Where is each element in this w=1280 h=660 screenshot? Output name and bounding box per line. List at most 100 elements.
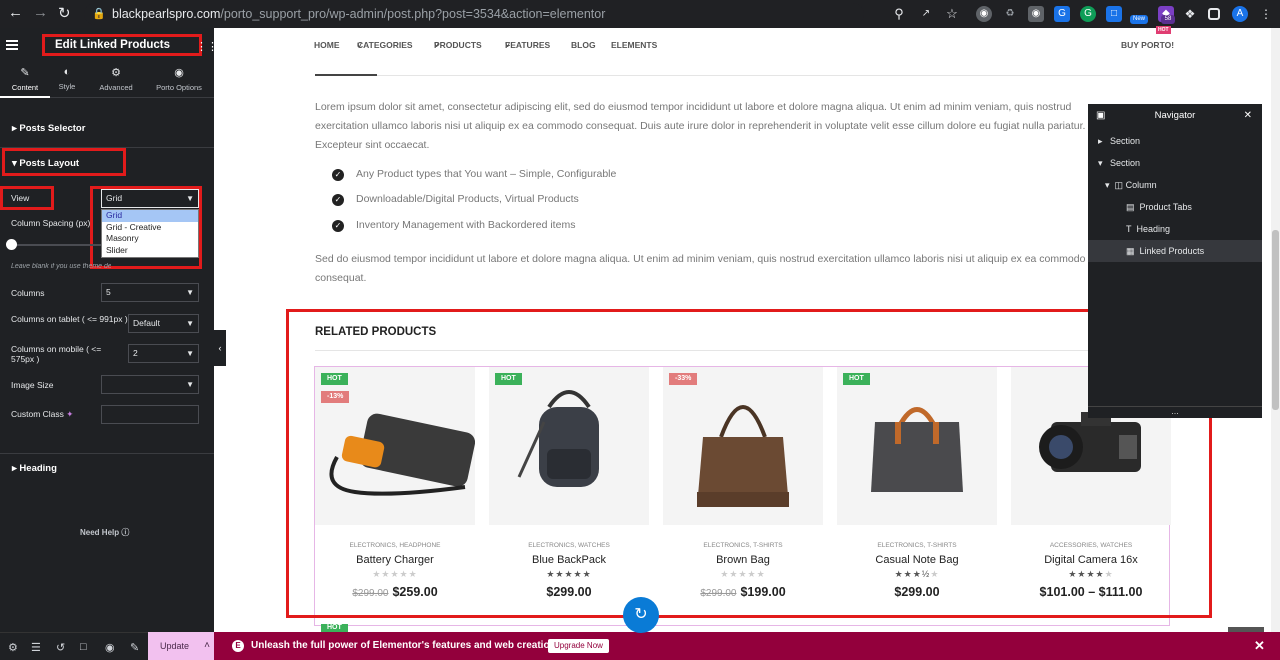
custom-class-input[interactable] xyxy=(101,405,199,424)
upgrade-now-button[interactable]: Upgrade Now xyxy=(548,639,609,653)
tab-style-label: Style xyxy=(58,82,76,91)
column-spacing-label: Column Spacing (px) xyxy=(11,218,91,228)
hamburger-icon[interactable] xyxy=(6,40,18,50)
camera-ext-icon[interactable]: ◉ xyxy=(1028,6,1044,22)
slider-handle[interactable] xyxy=(6,239,17,250)
chevron-down-icon: ˅ xyxy=(505,40,510,50)
chevron-up-icon[interactable]: ˄ xyxy=(204,632,210,660)
notes-icon[interactable]: ✎ xyxy=(130,641,139,654)
close-icon[interactable]: ✕ xyxy=(1254,632,1265,660)
sidepanel-icon[interactable] xyxy=(1208,8,1220,20)
nav-categories-label: CATEGORIES xyxy=(357,40,413,50)
section-posts-layout[interactable]: ▾ Posts Layout xyxy=(0,158,214,169)
view-option-grid-creative[interactable]: Grid - Creative xyxy=(102,222,198,234)
navigator-resize-handle[interactable]: ... xyxy=(1088,406,1262,418)
nav-buy-porto[interactable]: BUY PORTO! xyxy=(1121,40,1174,50)
columns-tablet-select[interactable]: Default ▼ xyxy=(128,314,199,333)
navigator-item-column[interactable]: ▾ ◫ Column xyxy=(1088,174,1262,196)
view-option-slider[interactable]: Slider xyxy=(102,245,198,257)
tab-porto-options[interactable]: ◉ Porto Options xyxy=(150,62,208,98)
forward-icon[interactable]: → xyxy=(33,4,48,21)
contrast-icon: ◐ xyxy=(63,66,71,78)
view-option-grid[interactable]: Grid xyxy=(102,210,198,222)
collapse-panel-handle[interactable]: ‹ xyxy=(214,330,226,366)
navigator-item-linked-products[interactable]: ▦ Linked Products xyxy=(1088,240,1262,262)
feature-item: ✓ Any Product types that You want – Simpl… xyxy=(332,168,616,181)
columns-select[interactable]: 5 ▼ xyxy=(101,283,199,302)
view-select[interactable]: Grid ▼ xyxy=(101,189,199,208)
description-paragraph-2: Sed do eiusmod tempor incididunt ut labo… xyxy=(315,253,1086,284)
columns-mobile-label: Columns on mobile ( <= 575px ) xyxy=(11,344,102,364)
nav-blog[interactable]: BLOG xyxy=(571,40,596,50)
navigator-item-label: Column xyxy=(1125,180,1157,190)
need-help-label: Need Help xyxy=(80,528,120,537)
preview-eye-icon[interactable]: ◉ xyxy=(105,641,115,654)
view-select-value: Grid xyxy=(106,193,123,203)
history-icon[interactable]: ↺ xyxy=(56,641,65,654)
chevron-down-icon: ▼ xyxy=(186,380,194,389)
nav-home[interactable]: HOME xyxy=(314,40,340,50)
caret-down-icon: ▾ xyxy=(1105,180,1110,190)
tab-advanced[interactable]: ⚙ Advanced xyxy=(91,62,141,98)
update-button[interactable]: Update ˄ xyxy=(148,632,214,660)
lock-icon: 🔒 xyxy=(92,8,106,20)
check-circle-icon: ✓ xyxy=(332,194,344,206)
profile-avatar[interactable]: A xyxy=(1232,6,1248,22)
sparkle-ai-icon[interactable]: ✦ xyxy=(66,409,73,419)
navigator-item-label: Section xyxy=(1110,158,1141,168)
chevron-down-icon: ▼ xyxy=(186,194,194,203)
panel-title: Edit Linked Products xyxy=(42,34,202,56)
view-label: View xyxy=(11,193,30,203)
navigator-item-section[interactable]: ▾ Section xyxy=(1088,152,1262,174)
section-heading[interactable]: ▸ Heading xyxy=(0,463,214,474)
image-size-select[interactable]: ▼ xyxy=(101,375,199,394)
layers-icon[interactable]: ☰ xyxy=(31,641,41,654)
recycle-icon[interactable]: ♻ xyxy=(1002,6,1018,22)
columns-mobile-select[interactable]: 2 ▼ xyxy=(128,344,199,363)
hot-badge: HOT xyxy=(321,624,348,632)
caret-right-icon: ▸ xyxy=(1098,136,1103,146)
navigator-item-label: Section xyxy=(1110,136,1141,146)
view-option-masonry[interactable]: Masonry xyxy=(102,233,198,245)
widgets-grid-icon[interactable]: ⋮⋮ xyxy=(196,40,218,53)
help-circle-icon: ⓘ xyxy=(121,528,130,537)
custom-class-label: Custom Class ✦ xyxy=(11,409,73,420)
caret-down-icon: ▾ xyxy=(1098,158,1103,168)
check-circle-icon: ✓ xyxy=(332,220,344,232)
highlight-related-products xyxy=(286,309,1212,618)
puzzle-icon[interactable]: ❖ xyxy=(1182,6,1198,22)
scrollbar-thumb[interactable] xyxy=(1272,230,1279,410)
image-size-label: Image Size xyxy=(11,380,54,390)
navigator-item-label: Product Tabs xyxy=(1139,202,1192,212)
g-ext-icon[interactable]: G xyxy=(1054,6,1070,22)
reload-icon[interactable]: ↻ xyxy=(58,4,71,22)
close-icon[interactable]: ✕ xyxy=(1244,104,1252,128)
need-help-link[interactable]: Need Help ⓘ xyxy=(80,527,129,538)
scroll-to-top-button[interactable] xyxy=(1228,627,1264,632)
tab-content-label: Content xyxy=(11,83,39,92)
navigator-item-product-tabs[interactable]: ▤ Product Tabs xyxy=(1088,196,1262,218)
grammarly-icon[interactable]: G xyxy=(1080,6,1096,22)
tab-underline xyxy=(315,74,377,76)
navigator-item-heading[interactable]: T Heading xyxy=(1088,218,1262,240)
divider xyxy=(315,75,1170,76)
posts-layout-label: Posts Layout xyxy=(19,158,80,169)
column-icon: ◫ xyxy=(1114,180,1124,190)
globe-icon[interactable]: ◉ xyxy=(976,6,992,22)
caret-down-icon: ▾ xyxy=(12,158,17,169)
zoom-icon[interactable]: ⚲ xyxy=(891,6,907,22)
bookmark-star-icon[interactable]: ☆ xyxy=(944,6,960,22)
tab-style[interactable]: ◐ Style xyxy=(42,62,92,98)
menu-icon[interactable]: ⋮ xyxy=(1258,6,1274,22)
address-bar[interactable]: 🔒 blackpearlspro.com/porto_support_pro/w… xyxy=(84,3,864,25)
doc-ext-icon[interactable]: □ xyxy=(1106,6,1122,22)
navigator-item-section[interactable]: ▸ Section xyxy=(1088,130,1262,152)
share-icon[interactable]: ↗ xyxy=(918,6,934,22)
nav-elements[interactable]: ELEMENTS xyxy=(611,40,657,50)
responsive-icon[interactable]: □ xyxy=(80,641,87,653)
section-posts-selector[interactable]: ▸ Posts Selector xyxy=(0,123,214,134)
feature-text: Inventory Management with Backordered it… xyxy=(356,219,576,231)
collapse-all-icon[interactable]: ▣ xyxy=(1096,104,1105,128)
settings-icon[interactable]: ⚙ xyxy=(8,641,18,654)
back-icon[interactable]: ← xyxy=(8,4,23,21)
